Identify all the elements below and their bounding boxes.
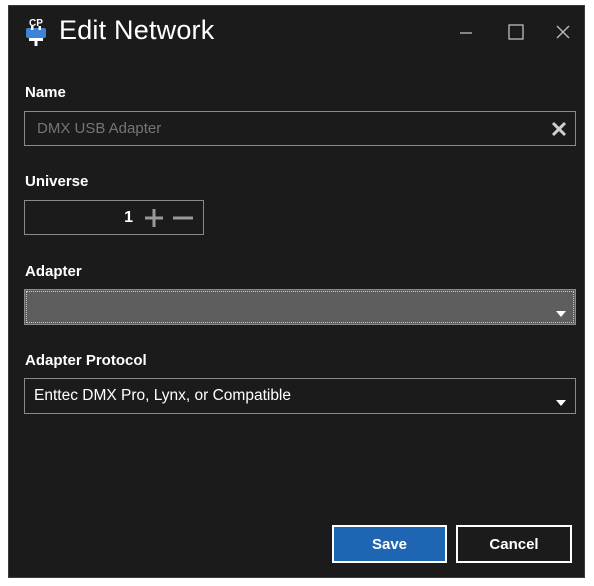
window-title: Edit Network bbox=[59, 15, 215, 45]
minimize-icon[interactable] bbox=[453, 19, 479, 45]
edit-network-window: CP Edit Network Name DMX USB Adapter Uni… bbox=[8, 5, 585, 578]
minus-icon[interactable] bbox=[172, 207, 194, 229]
focus-ring bbox=[26, 291, 574, 323]
universe-label: Universe bbox=[25, 173, 89, 190]
close-icon[interactable] bbox=[550, 19, 576, 45]
plus-icon[interactable] bbox=[143, 207, 165, 229]
name-input[interactable] bbox=[25, 112, 545, 145]
maximize-icon[interactable] bbox=[503, 19, 529, 45]
name-field[interactable] bbox=[24, 111, 576, 146]
save-button[interactable]: Save bbox=[332, 525, 447, 563]
adapter-label: Adapter bbox=[25, 263, 82, 280]
universe-stepper[interactable]: 1 bbox=[24, 200, 204, 235]
universe-value[interactable]: 1 bbox=[25, 201, 133, 234]
clear-x-icon[interactable] bbox=[548, 118, 570, 140]
title-bar[interactable]: CP Edit Network bbox=[9, 6, 584, 58]
adapter-protocol-label: Adapter Protocol bbox=[25, 352, 147, 369]
adapter-protocol-dropdown[interactable]: Enttec DMX Pro, Lynx, or Compatible bbox=[24, 378, 576, 414]
cancel-button[interactable]: Cancel bbox=[456, 525, 572, 563]
adapter-dropdown[interactable] bbox=[24, 289, 576, 325]
cp-plug-icon: CP bbox=[23, 16, 49, 46]
chevron-down-icon[interactable] bbox=[556, 304, 566, 317]
adapter-protocol-selected-value: Enttec DMX Pro, Lynx, or Compatible bbox=[34, 387, 291, 404]
name-label: Name bbox=[25, 84, 66, 101]
chevron-down-icon[interactable] bbox=[556, 393, 566, 406]
